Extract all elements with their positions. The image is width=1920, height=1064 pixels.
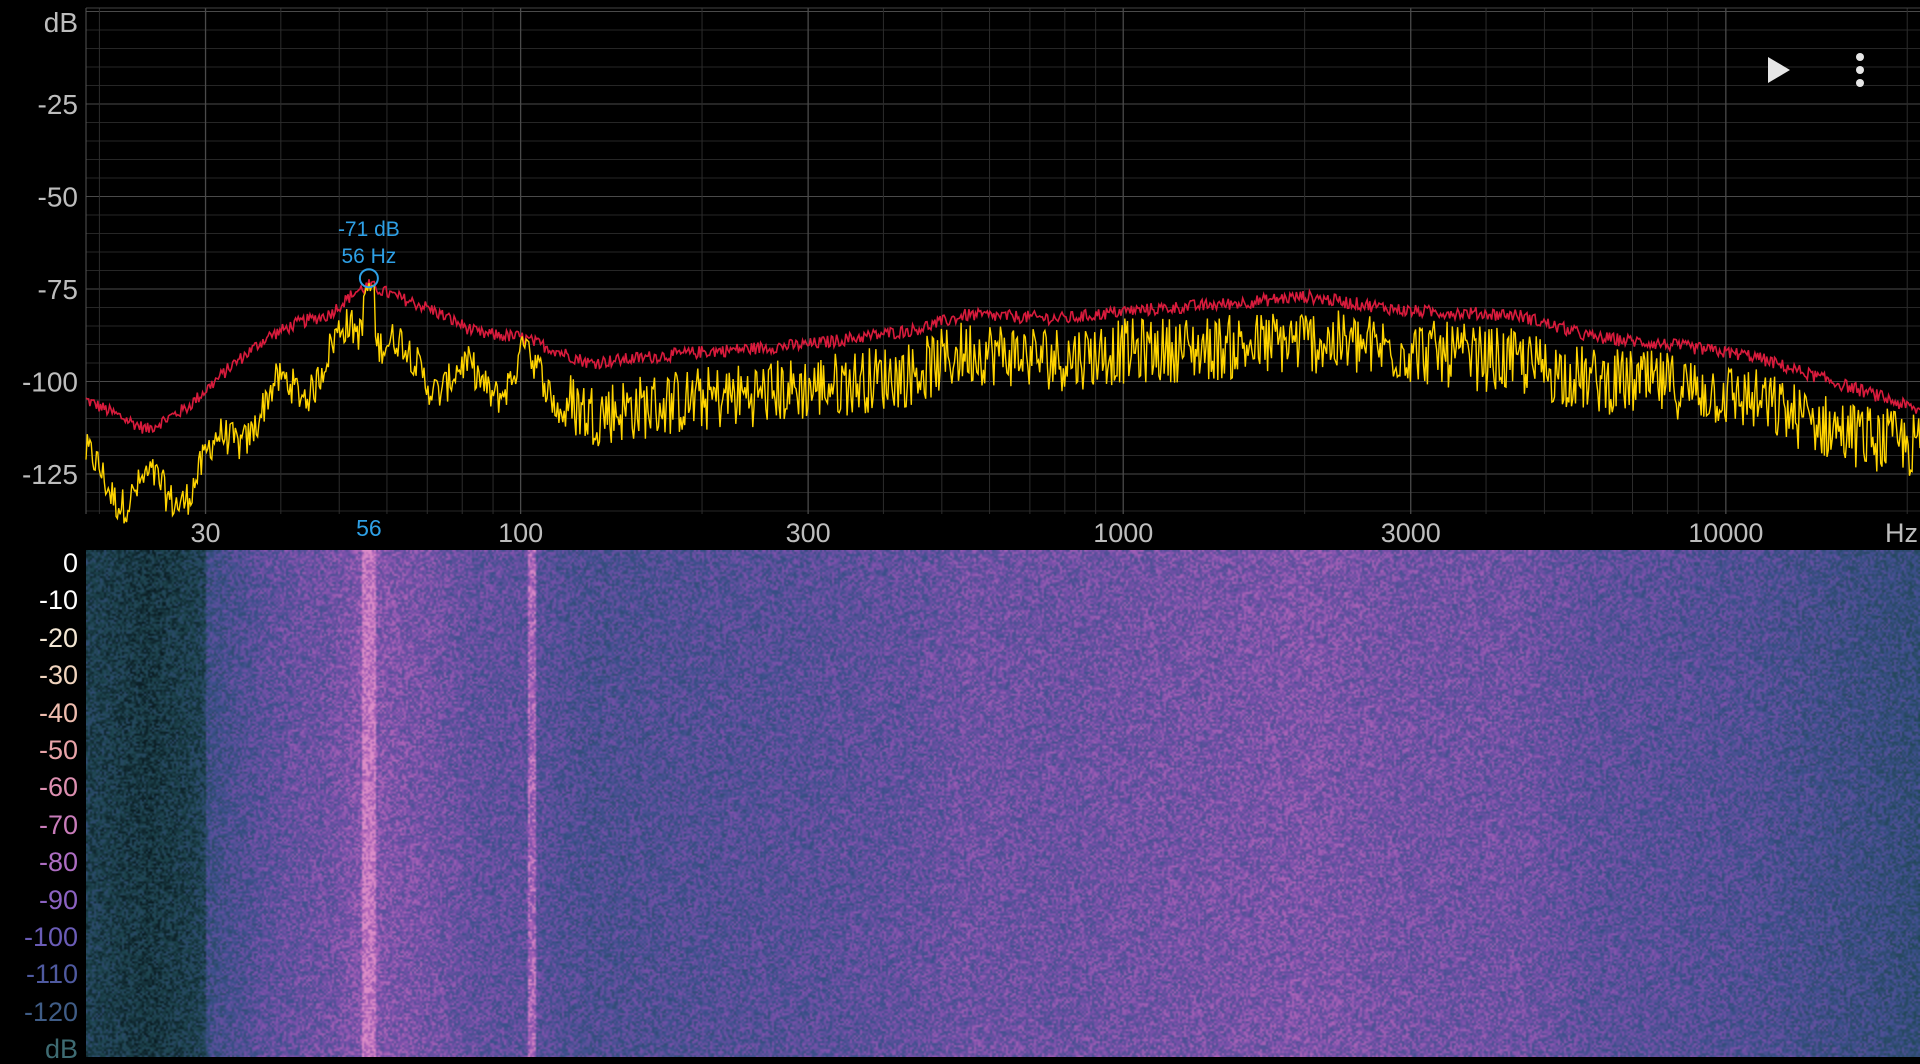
spectrogram-scale-unit: dB (44, 1034, 78, 1064)
frequency-tick-label: 10000 (1688, 518, 1763, 548)
frequency-axis-unit: Hz (1885, 518, 1918, 548)
spectrogram-scale-label: 0 (62, 548, 78, 578)
spectrogram-scale-label: -110 (25, 959, 78, 990)
spectrogram-scale: 0 -10 -20 -30 -40 -50 -60 -70 -80 -90 -100 -110 -120… (0, 548, 86, 1064)
spectrogram-scale-label: -30 (38, 660, 78, 691)
peak-marker-axis-label: 56 (356, 515, 382, 541)
spectrogram-scale-label: -10 (38, 585, 78, 616)
spectrogram-scale-label: -100 (23, 922, 78, 952)
db-tick-label: -125 (22, 459, 78, 490)
spectrogram-panel[interactable]: 0 -10 -20 -30 -40 -50 -60 -70 -80 -90 -100 -110 -120… (0, 548, 1920, 1064)
spectrogram-scale-label: -20 (38, 622, 78, 653)
db-tick-label: -100 (22, 367, 78, 398)
db-axis-unit: dB (44, 7, 78, 38)
spectrogram-canvas[interactable] (86, 550, 1920, 1057)
spectrogram-scale-label: -70 (38, 809, 78, 840)
db-tick-label: -25 (38, 89, 78, 120)
spectrogram-scale-label: -40 (38, 697, 78, 728)
spectrogram-scale-label: -60 (38, 772, 78, 803)
spectrogram-scale-label: -120 (23, 996, 78, 1027)
frequency-tick-label: 3000 (1381, 518, 1441, 548)
frequency-tick-label: 30 (191, 518, 221, 548)
frequency-tick-label: 300 (786, 518, 831, 548)
spectrogram-scale-label: -90 (38, 884, 78, 915)
spectrogram-scale-label: -50 (38, 735, 78, 765)
overflow-menu-button[interactable] (1838, 48, 1882, 92)
frequency-tick-label: 100 (498, 518, 543, 548)
more-vert-icon (1856, 53, 1864, 87)
db-tick-label: -75 (38, 274, 78, 305)
frequency-tick-label: 1000 (1093, 518, 1153, 548)
play-button[interactable] (1756, 48, 1800, 92)
peak-marker-hz: 56 Hz (341, 245, 396, 268)
peak-marker-db: -71 dB (338, 218, 400, 241)
play-icon (1768, 57, 1790, 83)
spectrum-graph[interactable]: -71 dB 56 Hz dB -25-50-75-100-125 56 Hz … (0, 0, 1920, 550)
db-tick-label: -50 (38, 182, 78, 213)
spectrogram-scale-label: -80 (38, 847, 78, 878)
